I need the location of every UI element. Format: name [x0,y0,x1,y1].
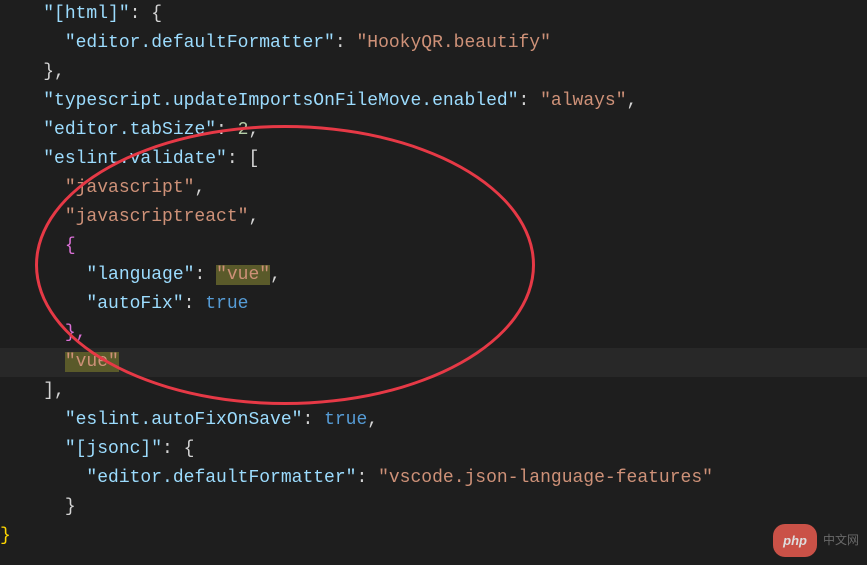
code-line: "editor.tabSize": 2, [0,116,867,145]
json-key: "editor.defaultFormatter" [65,33,335,53]
json-key: "[html]" [43,4,129,24]
watermark: php 中文网 [773,524,859,557]
json-string: "vscode.json-language-features" [378,468,713,488]
code-editor[interactable]: "[html]": { "editor.defaultFormatter": "… [0,0,867,551]
json-key: "editor.defaultFormatter" [86,468,356,488]
watermark-pill: php [773,524,817,557]
json-string: "HookyQR.beautify" [356,33,550,53]
code-line: } [0,493,867,522]
code-line: "javascript", [0,174,867,203]
json-boolean: true [324,410,367,430]
code-line: "language": "vue", [0,261,867,290]
code-line: } [0,522,867,551]
watermark-text: 中文网 [823,526,859,555]
code-line: { [0,232,867,261]
json-number: 2 [238,120,249,140]
code-line: "[html]": { [0,0,867,29]
json-key: "eslint.validate" [43,149,227,169]
code-line: "eslint.autoFixOnSave": true, [0,406,867,435]
code-line: ], [0,377,867,406]
json-string: "javascript" [65,178,195,198]
json-boolean: true [205,294,248,314]
code-line: }, [0,319,867,348]
code-line: "autoFix": true [0,290,867,319]
code-line: "eslint.validate": [ [0,145,867,174]
code-line-active: "vue" [0,348,867,377]
code-line: "typescript.updateImportsOnFileMove.enab… [0,87,867,116]
json-key: "typescript.updateImportsOnFileMove.enab… [43,91,518,111]
json-key: "editor.tabSize" [43,120,216,140]
json-string: "always" [540,91,626,111]
code-line: }, [0,58,867,87]
code-line: "[jsonc]": { [0,435,867,464]
json-key: "[jsonc]" [65,439,162,459]
json-key: "language" [86,265,194,285]
json-string-highlighted: "vue" [216,265,270,285]
code-line: "editor.defaultFormatter": "vscode.json-… [0,464,867,493]
json-key: "autoFix" [86,294,183,314]
json-string-highlighted: "vue" [65,352,119,372]
json-key: "eslint.autoFixOnSave" [65,410,303,430]
json-string: "javascriptreact" [65,207,249,227]
code-line: "editor.defaultFormatter": "HookyQR.beau… [0,29,867,58]
code-line: "javascriptreact", [0,203,867,232]
